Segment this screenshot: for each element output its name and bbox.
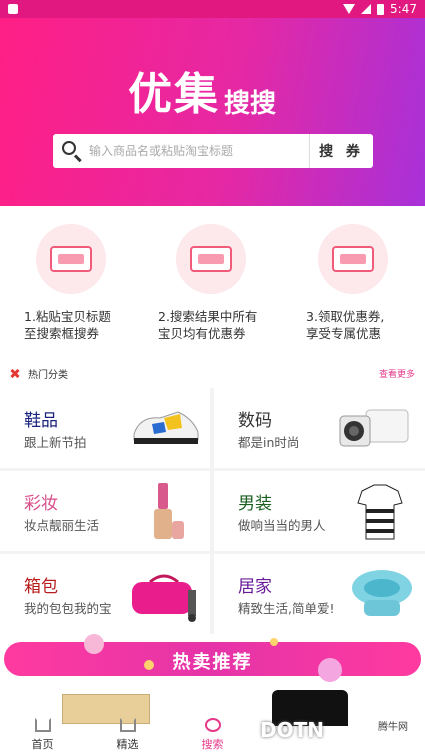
step-2: 2.搜索结果中所有 宝贝均有优惠券 [158,224,298,342]
bottom-tab-bar: 首页 精选 搜索 [0,686,425,756]
heart-icon [119,718,136,732]
coupon-results-icon [176,224,246,294]
status-bar: 5:47 [0,0,425,18]
battery-icon [377,3,385,15]
hot-recommend-banner: 热卖推荐 [0,634,425,686]
wifi-icon [343,4,356,14]
search-bar: 搜 券 [53,134,373,168]
category-subtitle: 妆点靓丽生活 [24,518,100,533]
category-bags[interactable]: 箱包 我的包包我的宝 [0,554,210,634]
step-1-line1: 1.粘贴宝贝标题 [24,309,111,324]
logo-main-text: 优集 [128,69,220,120]
category-subtitle: 我的包包我的宝 [24,601,112,616]
search-input[interactable] [87,144,309,158]
step-1: 1.粘贴宝贝标题 至搜索框搜券 [24,224,164,342]
hot-category-icon [10,368,20,378]
tab-search[interactable]: 搜索 [170,686,255,756]
category-subtitle: 精致生活,简单爱! [238,601,335,616]
tab-home-label: 首页 [31,738,54,751]
tab-home[interactable]: 首页 [0,686,85,756]
category-home[interactable]: 居家 精致生活,简单爱! [214,554,425,634]
basin-icon [352,570,412,616]
step-3-line2: 享受专属优惠 [306,326,382,341]
tab-featured-label: 精选 [116,738,139,751]
app-notification-icon [8,4,18,14]
category-shoes[interactable]: 鞋品 跟上新节拍 [0,388,210,468]
bubble-decoration [270,638,278,646]
hero-header: 优集 搜搜 搜 券 [0,18,425,206]
category-name: 鞋品 [24,411,58,431]
tab-featured[interactable]: 精选 [85,686,170,756]
category-name: 数码 [238,411,272,431]
hot-categories-title: 热门分类 [28,369,68,381]
tab-search-label: 搜索 [201,738,224,751]
paste-title-icon [36,224,106,294]
step-3: 3.领取优惠券, 享受专属优惠 [306,224,425,342]
step-2-line2: 宝贝均有优惠券 [158,326,246,341]
watermark-sub: 腾牛网 [378,722,408,733]
signal-icon [361,4,372,14]
status-time: 5:47 [390,2,417,16]
camera-icon [339,409,409,447]
category-name: 居家 [238,577,272,597]
step-2-line1: 2.搜索结果中所有 [158,309,258,324]
sneaker-icon [133,411,199,444]
polo-shirt-icon [357,484,403,540]
home-icon [34,718,51,732]
claim-coupon-icon [318,224,388,294]
hot-recommend-label: 热卖推荐 [172,652,253,673]
search-tab-icon [204,718,221,732]
category-menswear[interactable]: 男装 做响当当的男人 [214,471,425,551]
status-icons: 5:47 [343,2,417,16]
category-makeup[interactable]: 彩妆 妆点靓丽生活 [0,471,210,551]
view-more-link[interactable]: 查看更多 [379,367,415,380]
search-icon [57,136,87,166]
app-logo: 优集 搜搜 [128,58,276,122]
category-subtitle: 都是in时尚 [238,435,300,450]
category-name: 男装 [238,494,272,514]
category-subtitle: 做响当当的男人 [238,518,326,533]
travel-bag-icon [132,574,196,622]
category-name: 箱包 [24,577,58,597]
step-1-line2: 至搜索框搜券 [24,326,100,341]
category-digital[interactable]: 数码 都是in时尚 [214,388,425,468]
logo-sub-text: 搜搜 [224,89,277,119]
watermark-logo: DOTN [260,718,324,742]
hot-categories-header: 热门分类 查看更多 [0,361,425,385]
category-name: 彩妆 [24,494,58,514]
category-subtitle: 跟上新节拍 [24,435,87,450]
how-to-steps: 1.粘贴宝贝标题 至搜索框搜券 2.搜索结果中所有 宝贝均有优惠券 3.领取优惠… [0,206,425,356]
search-coupon-button[interactable]: 搜 券 [309,134,373,168]
step-3-line1: 3.领取优惠券, [306,309,385,324]
category-grid: 鞋品 跟上新节拍 数码 都是in时尚 彩妆 妆点靓丽生活 男装 做响当当的男人 … [0,388,425,634]
lipstick-icon [154,483,184,539]
